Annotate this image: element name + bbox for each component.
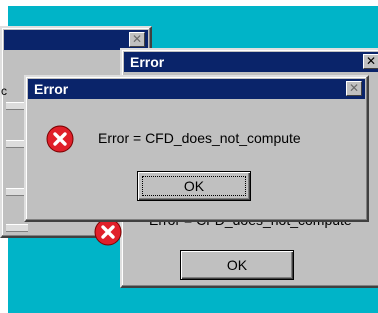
error-dialog-back-ok-button[interactable]: OK bbox=[180, 250, 294, 280]
error-dialog-back-title: Error bbox=[130, 54, 165, 70]
background-window-close-button[interactable]: ✕ bbox=[129, 32, 145, 47]
background-window-titlebar[interactable]: ✕ bbox=[4, 30, 148, 50]
error-dialog-back-ok-label: OK bbox=[226, 257, 248, 273]
error-dialog-front-close-button[interactable]: ✕ bbox=[346, 81, 362, 96]
desktop: ✕ c Error ✕ Error = CFD_does_not_compute… bbox=[0, 0, 378, 313]
error-x-icon bbox=[46, 125, 74, 153]
error-dialog-front-ok-label: OK bbox=[183, 178, 205, 194]
background-window-bar bbox=[6, 224, 28, 232]
error-x-icon bbox=[94, 218, 122, 246]
error-dialog-front-title: Error bbox=[34, 81, 69, 97]
error-dialog-back-titlebar[interactable]: Error ✕ bbox=[124, 52, 378, 72]
error-dialog-front[interactable]: Error ✕ Error = CFD_does_not_compute OK bbox=[24, 75, 369, 222]
error-dialog-front-message: Error = CFD_does_not_compute bbox=[98, 130, 301, 146]
background-window-side-label: c bbox=[1, 84, 7, 98]
error-dialog-front-titlebar[interactable]: Error ✕ bbox=[28, 79, 365, 99]
error-dialog-back-close-button[interactable]: ✕ bbox=[363, 54, 378, 69]
error-dialog-front-ok-button[interactable]: OK bbox=[137, 171, 251, 201]
